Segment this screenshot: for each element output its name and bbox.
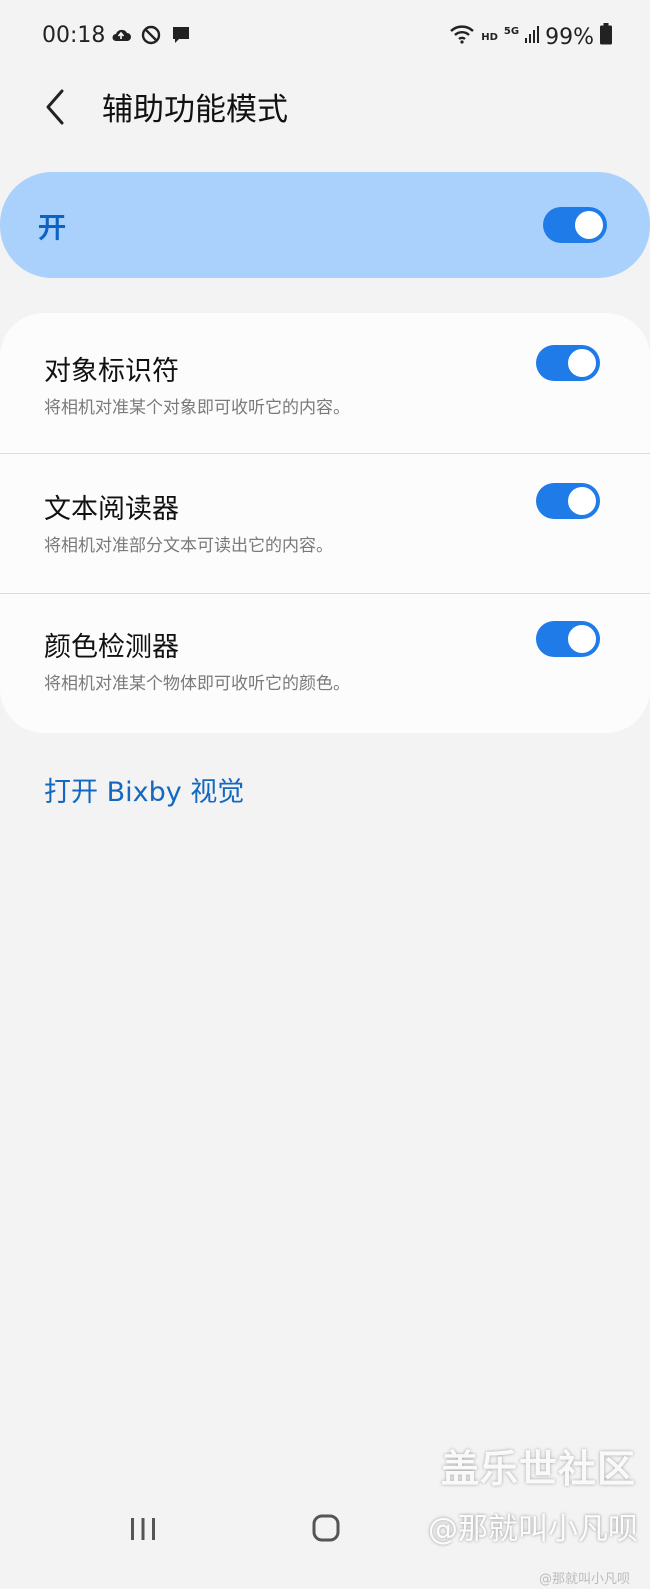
- back-button[interactable]: [38, 85, 78, 129]
- feature-title: 对象标识符: [44, 356, 179, 387]
- feature-row-text-reader[interactable]: 文本阅读器 将相机对准部分文本可读出它的内容。: [0, 453, 650, 593]
- message-icon: [170, 24, 192, 46]
- network-type: 5G: [503, 25, 520, 37]
- feature-title: 文本阅读器: [44, 494, 179, 525]
- master-switch-row[interactable]: 开: [0, 172, 650, 278]
- master-switch-label: 开: [38, 211, 67, 244]
- watermark-community: 盖乐世社区: [440, 1447, 636, 1491]
- color-detector-toggle[interactable]: [536, 621, 600, 657]
- feature-description: 将相机对准某个对象即可收听它的内容。: [44, 398, 350, 418]
- battery-icon: [600, 23, 612, 51]
- toggle-knob: [566, 623, 598, 655]
- status-notification-icons: [110, 24, 192, 46]
- recent-apps-button[interactable]: [128, 1514, 158, 1544]
- battery-percent: 99%: [545, 24, 594, 50]
- screen: 00:18 HD 5G 99% 辅助功能模式 开 对象标识符 将相机对准某个对象…: [0, 0, 650, 1589]
- no-disturb-icon: [140, 24, 162, 46]
- status-system-indicators: HD 5G 99%: [449, 23, 612, 51]
- signal-icon: [525, 24, 540, 50]
- object-identifier-toggle[interactable]: [536, 345, 600, 381]
- text-reader-toggle[interactable]: [536, 483, 600, 519]
- recent-apps-icon: [131, 1518, 155, 1540]
- home-icon: [312, 1514, 340, 1542]
- feature-title: 颜色检测器: [44, 632, 179, 663]
- watermark-small: @那就叫小凡呗: [538, 1572, 630, 1587]
- open-bixby-vision-link[interactable]: 打开 Bixby 视觉: [44, 770, 244, 809]
- toggle-knob: [566, 485, 598, 517]
- home-button[interactable]: [311, 1513, 341, 1543]
- status-time: 00:18: [42, 23, 106, 48]
- toggle-knob: [566, 347, 598, 379]
- hd-indicator: HD: [481, 31, 498, 43]
- status-bar: 00:18 HD 5G 99%: [0, 20, 650, 54]
- feature-row-object-identifier[interactable]: 对象标识符 将相机对准某个对象即可收听它的内容。: [0, 313, 650, 453]
- toggle-knob: [573, 209, 605, 241]
- feature-row-color-detector[interactable]: 颜色检测器 将相机对准某个物体即可收听它的颜色。: [0, 593, 650, 733]
- feature-description: 将相机对准部分文本可读出它的内容。: [44, 536, 333, 556]
- back-arrow-icon: [46, 89, 64, 125]
- watermark-handle: @那就叫小凡呗: [428, 1512, 638, 1547]
- master-toggle[interactable]: [543, 207, 607, 243]
- wifi-icon: [449, 24, 475, 50]
- feature-list: 对象标识符 将相机对准某个对象即可收听它的内容。 文本阅读器 将相机对准部分文本…: [0, 313, 650, 733]
- cloud-sync-icon: [110, 24, 132, 46]
- app-bar: 辅助功能模式: [0, 82, 650, 132]
- feature-description: 将相机对准某个物体即可收听它的颜色。: [44, 674, 350, 694]
- page-title: 辅助功能模式: [102, 92, 288, 128]
